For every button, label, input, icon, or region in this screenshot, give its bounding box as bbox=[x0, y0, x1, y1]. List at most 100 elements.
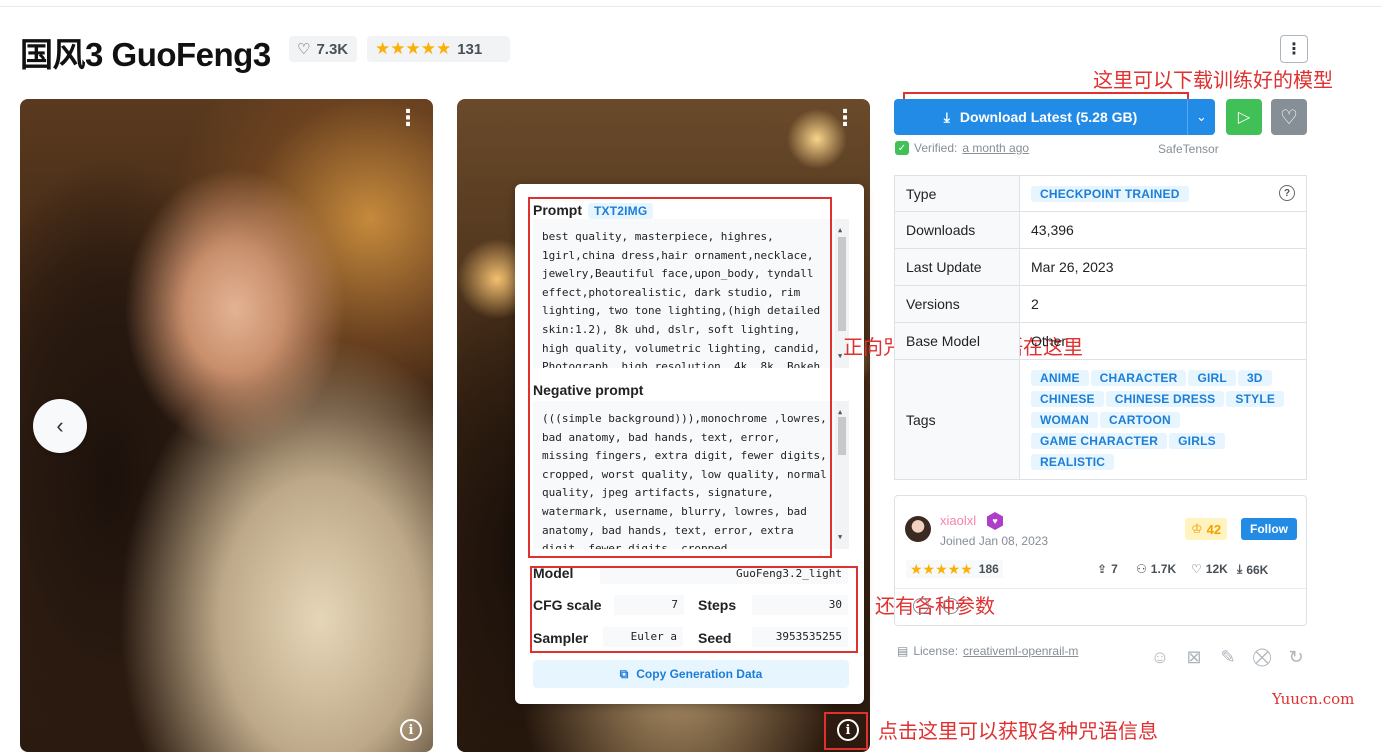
globe-icon[interactable] bbox=[913, 598, 929, 614]
table-row: Type CHECKPOINT TRAINED? bbox=[894, 175, 1307, 212]
vertical-dots-icon: ⋮ bbox=[1286, 41, 1302, 58]
base-model-value: Other bbox=[1019, 322, 1307, 360]
tag-style[interactable]: STYLE bbox=[1226, 391, 1285, 407]
creator-downloads-count: 66K bbox=[1246, 562, 1269, 577]
no-cart-icon: ⛒ bbox=[1252, 646, 1272, 667]
table-row: Base Model Other bbox=[894, 322, 1307, 360]
uploads-count: 7 bbox=[1111, 562, 1118, 576]
chevron-down-icon: ⌄ bbox=[1196, 109, 1207, 124]
crown-count: 42 bbox=[1206, 521, 1222, 537]
creator-stars: ★★★★★ bbox=[910, 560, 973, 577]
heart-icon: ♡ bbox=[1191, 562, 1202, 576]
license-info: ▤ License: creativeml-openrail-m bbox=[897, 644, 1078, 658]
creator-joined: Joined Jan 08, 2023 bbox=[940, 534, 1049, 548]
downloads-label: Downloads bbox=[894, 211, 1020, 249]
creator-username[interactable]: xiaolxl bbox=[940, 513, 976, 528]
tags-cell: ANIME CHARACTER GIRL 3D CHINESE CHINESE DRES… bbox=[1019, 359, 1307, 480]
download-options-button[interactable]: ⌄ bbox=[1187, 99, 1215, 135]
page-title: 国风3 GuoFeng3 bbox=[20, 36, 271, 73]
run-button[interactable]: ▷ bbox=[1226, 99, 1262, 135]
favorites-count: 12K bbox=[1205, 562, 1228, 576]
table-row: Versions 2 bbox=[894, 285, 1307, 323]
card-divider bbox=[895, 588, 1306, 589]
verified-label: Verified: bbox=[914, 141, 958, 155]
watermark: Yuucn.com bbox=[1272, 690, 1355, 708]
tag-chinese[interactable]: CHINESE bbox=[1031, 391, 1104, 407]
favorite-button[interactable]: ♡ bbox=[1271, 99, 1307, 135]
no-brush-icon: ✎ bbox=[1220, 646, 1236, 667]
downloads-stat: ⤓ 66K bbox=[1237, 562, 1268, 577]
tag-cartoon[interactable]: CARTOON bbox=[1100, 412, 1180, 428]
tag-girl[interactable]: GIRL bbox=[1188, 370, 1236, 386]
verified-status: ✓ Verified: a month ago bbox=[895, 141, 1029, 155]
tag-3d[interactable]: 3D bbox=[1237, 370, 1272, 386]
creator-badge-icon: ♥ bbox=[987, 512, 1003, 530]
document-icon: ▤ bbox=[897, 644, 909, 658]
heart-icon: ♡ bbox=[297, 41, 311, 58]
favorites-stat: ♡ 12K bbox=[1191, 562, 1228, 576]
followers-count: 1.7K bbox=[1150, 562, 1177, 576]
crown-icon: ♔ bbox=[1191, 521, 1203, 536]
download-latest-button[interactable]: ⤓ Download Latest (5.28 GB) bbox=[894, 99, 1187, 135]
copy-generation-data-button[interactable]: ⧉ Copy Generation Data bbox=[533, 660, 849, 688]
rating-badge[interactable]: ★★★★★ 131 bbox=[367, 36, 510, 62]
creator-rank-badge: ♔ 42 bbox=[1185, 518, 1228, 540]
file-format: SafeTensor bbox=[1158, 142, 1219, 156]
last-update-label: Last Update bbox=[894, 248, 1020, 286]
tag-realistic[interactable]: REALISTIC bbox=[1031, 454, 1115, 470]
table-row: Downloads 43,396 bbox=[894, 211, 1307, 249]
tag-chinese-dress[interactable]: CHINESE DRESS bbox=[1105, 391, 1225, 407]
table-row: Tags ANIME CHARACTER GIRL 3D CHINESE CHINESE… bbox=[894, 359, 1307, 480]
params-highlight-box bbox=[530, 566, 858, 653]
users-icon: ⚇ bbox=[1136, 562, 1147, 576]
chevron-left-icon: ‹ bbox=[56, 413, 64, 438]
tag-woman[interactable]: WOMAN bbox=[1031, 412, 1098, 428]
creator-rating: ★★★★★ 186 bbox=[906, 560, 1003, 578]
heart-icon: ♡ bbox=[1280, 106, 1298, 129]
tag-game-character[interactable]: GAME CHARACTER bbox=[1031, 433, 1168, 449]
last-update-value: Mar 26, 2023 bbox=[1019, 248, 1307, 286]
likes-count: 7.3K bbox=[316, 40, 349, 58]
prompt-highlight-box bbox=[528, 197, 832, 558]
base-model-label: Base Model bbox=[894, 322, 1020, 360]
tag-character[interactable]: CHARACTER bbox=[1090, 370, 1187, 386]
more-options-button[interactable]: ⋮ bbox=[1280, 35, 1308, 63]
user-check-icon: ☺ bbox=[1150, 646, 1170, 667]
info-icon[interactable]: i bbox=[400, 719, 422, 741]
verified-date-link[interactable]: a month ago bbox=[962, 141, 1029, 155]
negative-scrollbar[interactable]: ▲ ▼ bbox=[835, 401, 849, 549]
license-label: License: bbox=[913, 644, 959, 658]
creator-card: xiaolxl ♥ Joined Jan 08, 2023 ♔ 42 Follo… bbox=[894, 495, 1307, 626]
follow-button[interactable]: Follow bbox=[1241, 518, 1297, 540]
info-highlight-box bbox=[824, 712, 868, 750]
gallery-prev-button[interactable]: ‹ bbox=[33, 399, 87, 453]
globe-icon[interactable] bbox=[943, 598, 959, 614]
likes-badge[interactable]: ♡ 7.3K bbox=[289, 36, 357, 62]
avatar[interactable] bbox=[905, 516, 931, 542]
uploads-stat: ⇪ 7 bbox=[1097, 562, 1118, 576]
vertical-dots-icon[interactable]: ⋮ bbox=[397, 107, 419, 129]
license-link[interactable]: creativeml-openrail-m bbox=[963, 644, 1078, 658]
versions-value: 2 bbox=[1019, 285, 1307, 323]
copy-icon: ⧉ bbox=[619, 666, 629, 681]
copy-label: Copy Generation Data bbox=[636, 667, 763, 681]
vertical-dots-icon[interactable]: ⋮ bbox=[834, 107, 856, 129]
download-icon: ⤓ bbox=[1237, 562, 1243, 576]
creator-rating-count: 186 bbox=[978, 562, 999, 576]
info-note: 点击这里可以获取各种咒语信息 bbox=[878, 719, 1158, 743]
rating-count: 131 bbox=[457, 40, 483, 58]
model-details-table: Type CHECKPOINT TRAINED? Downloads 43,39… bbox=[894, 175, 1307, 480]
tag-anime[interactable]: ANIME bbox=[1031, 370, 1089, 386]
help-icon[interactable]: ? bbox=[1279, 185, 1295, 201]
tag-girls[interactable]: GIRLS bbox=[1169, 433, 1225, 449]
download-icon: ⤓ bbox=[943, 108, 950, 125]
table-row: Last Update Mar 26, 2023 bbox=[894, 248, 1307, 286]
no-rotate-icon: ↻ bbox=[1288, 646, 1304, 667]
download-label: Download Latest (5.28 GB) bbox=[959, 109, 1138, 125]
permission-icons: ☺ ⊠ ✎ ⛒ ↻ bbox=[1148, 645, 1308, 669]
downloads-value: 43,396 bbox=[1019, 211, 1307, 249]
rating-stars: ★★★★★ bbox=[375, 39, 452, 58]
top-divider bbox=[0, 6, 1382, 7]
upload-icon: ⇪ bbox=[1097, 562, 1108, 576]
followers-stat: ⚇ 1.7K bbox=[1136, 562, 1176, 576]
